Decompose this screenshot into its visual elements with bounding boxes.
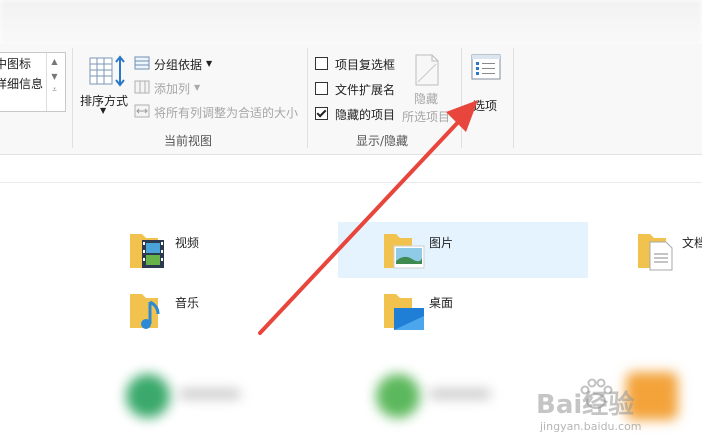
item-checkboxes-checkbox[interactable] [315,57,328,70]
folder-item-videos[interactable]: 视频 [128,228,328,274]
blurred-item-label [180,368,260,428]
current-view-group-label: 当前视图 [164,134,213,148]
pictures-folder-icon [384,234,425,269]
view-ribbon: 中图标 详细信息 ▲ ▼ ⩡ 排序方式 ▼ 分组依据 ▼ 添加列 ▼ 将所有列调… [0,44,702,155]
folder-item-pictures[interactable]: 图片 [382,228,582,274]
add-columns-button[interactable]: 添加列 ▼ [134,78,224,96]
blurred-drive-icon [120,368,180,428]
sort-by-button[interactable]: 排序方式 ▼ [78,52,132,118]
hide-selected-items-button[interactable]: 隐藏 所选项目 [402,52,456,126]
layout-item-details[interactable]: 详细信息 [0,75,43,92]
watermark-text: Bai经验 [536,390,635,420]
options-label: 选项 [473,99,498,113]
folder-name: 图片 [429,236,454,250]
size-all-columns-button[interactable]: 将所有列调整为合适的大小 [134,102,304,120]
scroll-up-icon[interactable]: ▲ [47,57,62,66]
hide-selected-label-1: 隐藏 [414,92,439,106]
sort-icon [89,55,125,87]
item-checkboxes-label: 项目复选框 [335,58,396,72]
group-separator [513,48,514,148]
folder-name: 桌面 [429,296,454,310]
hide-selected-label-2: 所选项目 [402,110,451,124]
size-all-columns-label: 将所有列调整为合适的大小 [154,106,299,120]
hidden-items-toggle[interactable]: 隐藏的项目 [315,106,405,124]
music-folder-icon [130,294,160,329]
address-bar-area[interactable] [0,158,702,183]
group-by-icon [134,56,150,70]
folder-name: 视频 [175,236,200,250]
layout-gallery[interactable]: 中图标 详细信息 ▲ ▼ ⩡ [0,52,66,112]
file-extensions-checkbox[interactable] [315,82,328,95]
group-separator [307,48,308,148]
folder-item-documents[interactable]: 文档 [636,228,702,274]
group-separator [72,48,73,148]
layout-item-medium-icons[interactable]: 中图标 [0,55,31,72]
file-extensions-toggle[interactable]: 文件扩展名 [315,81,405,99]
folder-item-desktop[interactable]: 桌面 [382,288,582,334]
gallery-expand-icon[interactable]: ⩡ [47,85,62,95]
documents-folder-icon [638,234,673,271]
options-icon [471,54,501,80]
desktop-folder-icon [384,294,424,330]
folder-name: 音乐 [175,296,200,310]
blurred-drive-icon [370,368,430,428]
group-by-label: 分组依据 [154,58,203,72]
folder-item-music[interactable]: 音乐 [128,288,328,334]
window-title-area [0,0,702,46]
group-separator [461,48,462,148]
folder-name: 文档 [682,236,702,250]
hidden-items-checkbox[interactable] [315,107,328,120]
video-folder-icon [130,234,164,268]
resize-columns-icon [134,104,150,118]
scroll-down-icon[interactable]: ▼ [47,72,62,81]
add-column-label: 添加列 [154,82,191,96]
show-hide-group-label: 显示/隐藏 [356,134,409,148]
chevron-down-icon: ▼ [206,59,213,68]
watermark-subtext: jingyan.baidu.com [540,420,642,433]
blurred-item-label [430,368,510,428]
layout-gallery-scroll[interactable]: ▲ ▼ ⩡ [46,53,62,111]
hide-selected-icon [415,54,439,86]
options-button[interactable]: 选项 [466,52,508,113]
add-column-icon [134,80,150,94]
chevron-down-icon: ▼ [194,83,201,92]
file-extensions-label: 文件扩展名 [335,83,396,97]
item-checkboxes-toggle[interactable]: 项目复选框 [315,56,405,74]
chevron-down-icon: ▼ [100,106,107,115]
hidden-items-label: 隐藏的项目 [335,108,396,122]
group-by-button[interactable]: 分组依据 ▼ [134,54,224,72]
